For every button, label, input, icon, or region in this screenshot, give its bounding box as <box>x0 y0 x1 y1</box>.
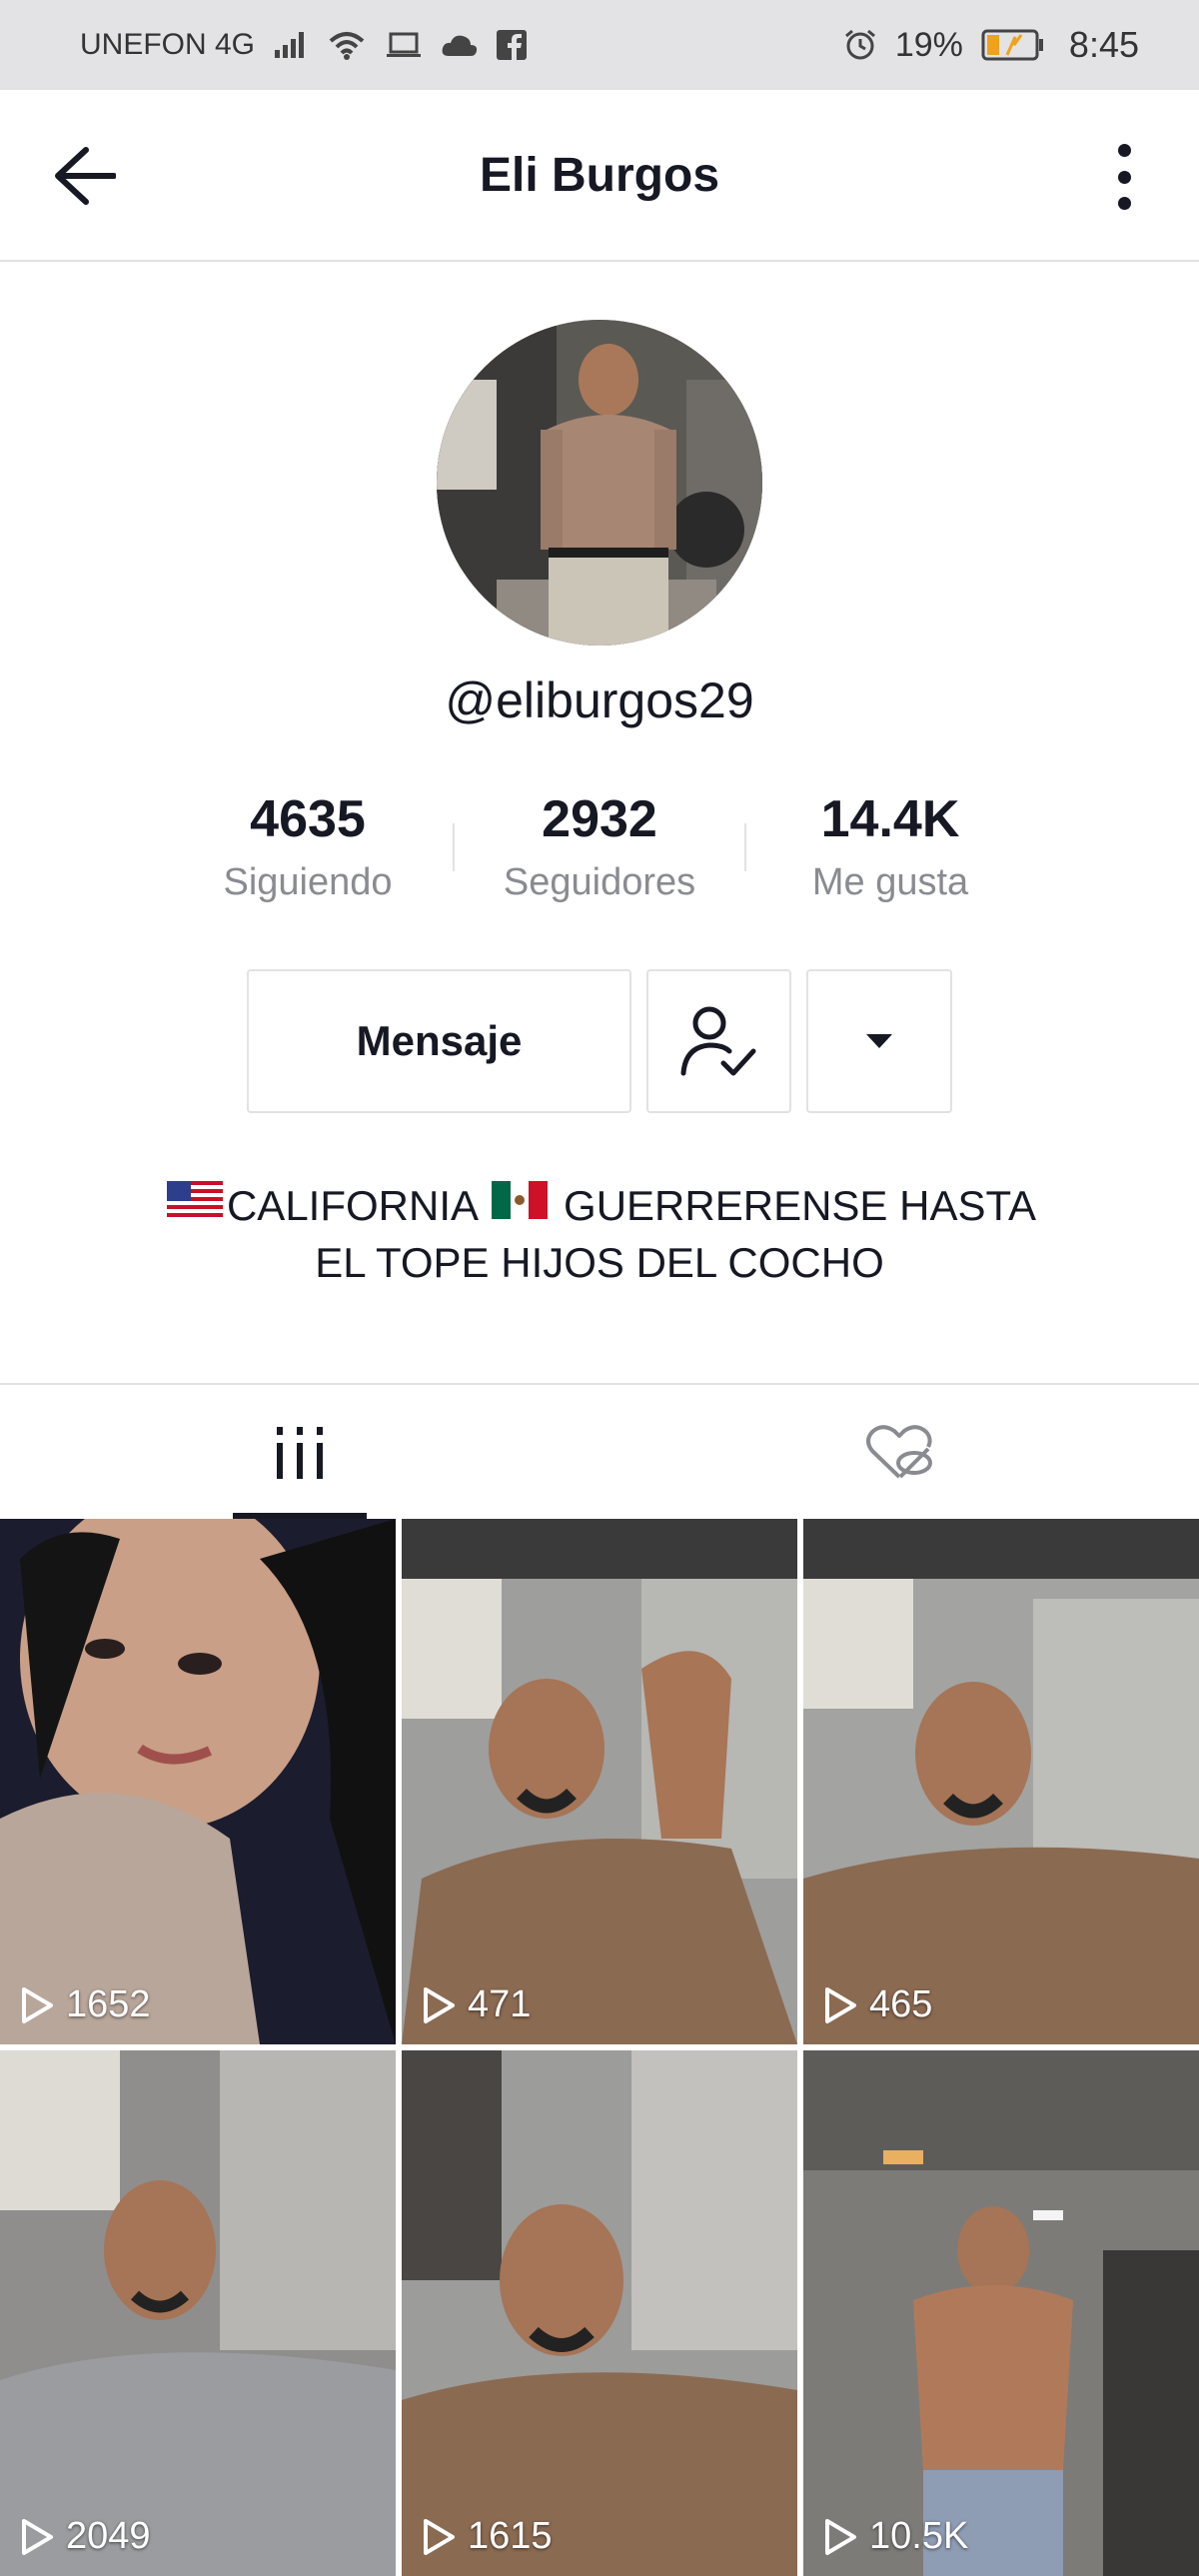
stat-label: Me gusta <box>811 861 969 903</box>
clock: 8:45 <box>1068 24 1139 65</box>
view-count-text: 471 <box>468 1983 532 2025</box>
video-grid: 1652 471 465 2049 1615 10.5K <box>0 1519 1199 2576</box>
laptop-icon <box>385 30 423 60</box>
username: @eliburgos29 <box>445 672 754 728</box>
stat-value: 14.4K <box>820 790 960 848</box>
signal-icon <box>273 30 309 60</box>
video-thumbnail[interactable]: 1652 <box>0 1519 396 2044</box>
view-count: 465 <box>823 1983 932 2026</box>
view-count-text: 10.5K <box>869 2515 969 2557</box>
view-count-text: 1615 <box>468 2515 553 2557</box>
play-icon <box>424 2518 455 2555</box>
video-thumbnail[interactable]: 471 <box>402 1519 797 2044</box>
stat-following[interactable]: 4635 Siguiendo <box>158 789 458 904</box>
play-icon <box>825 1986 856 2023</box>
video-thumbnail[interactable]: 465 <box>803 1519 1199 2044</box>
view-count-text: 465 <box>869 1983 933 2025</box>
message-button[interactable]: Mensaje <box>247 969 631 1113</box>
grid-icon <box>277 1427 323 1479</box>
more-vertical-icon <box>1117 144 1131 157</box>
view-count-text: 2049 <box>66 2515 151 2557</box>
view-count: 471 <box>422 1983 531 2026</box>
alarm-icon <box>843 28 877 62</box>
status-bar: UNEFON 4G 19% 8:45 <box>0 0 1199 90</box>
stat-likes: 14.4K Me gusta <box>740 789 1040 904</box>
video-thumbnail[interactable]: 10.5K <box>803 2050 1199 2576</box>
tab-liked-videos[interactable] <box>829 1385 969 1521</box>
top-nav-bar: Eli Burgos <box>0 90 1199 262</box>
stat-label: Siguiendo <box>223 861 393 903</box>
following-button[interactable] <box>646 969 791 1113</box>
page-title: Eli Burgos <box>479 149 720 202</box>
carrier-label: UNEFON 4G <box>80 28 256 61</box>
bio-text-line2: EL TOPE HIJOS DEL COCHO <box>315 1238 884 1286</box>
battery-icon <box>981 28 1045 62</box>
caret-down-icon <box>866 1034 892 1048</box>
play-icon <box>825 2518 856 2555</box>
play-icon <box>22 2518 53 2555</box>
mexico-flag-icon <box>492 1178 549 1232</box>
cloud-icon <box>441 32 479 58</box>
view-count: 1615 <box>422 2515 553 2558</box>
view-count: 2049 <box>20 2515 151 2558</box>
heart-hidden-icon <box>866 1425 932 1479</box>
suggestions-dropdown-button[interactable] <box>806 969 952 1113</box>
us-flag-icon <box>166 1178 223 1232</box>
profile-tabs <box>0 1383 1199 1521</box>
avatar[interactable] <box>437 320 762 645</box>
user-check-icon <box>680 1006 755 1076</box>
view-count: 10.5K <box>823 2515 968 2558</box>
facebook-icon <box>497 30 528 60</box>
stat-value: 2932 <box>542 790 657 848</box>
view-count: 1652 <box>20 1983 151 2026</box>
video-thumbnail[interactable]: 2049 <box>0 2050 396 2576</box>
video-thumbnail[interactable]: 1615 <box>402 2050 797 2576</box>
battery-percent: 19% <box>894 25 963 64</box>
play-icon <box>22 1986 53 2023</box>
profile-stats: 4635 Siguiendo 2932 Seguidores 14.4K Me … <box>0 789 1199 919</box>
stat-value: 4635 <box>250 790 366 848</box>
profile-bio: CALIFORNIA GUERRERENSE HASTA EL TOPE HIJ… <box>100 1179 1099 1290</box>
tab-videos[interactable] <box>233 1385 367 1521</box>
bio-text-guerrerense: GUERRERENSE HASTA <box>564 1182 1037 1229</box>
stat-followers[interactable]: 2932 Seguidores <box>450 789 749 904</box>
play-icon <box>424 1986 455 2023</box>
view-count-text: 1652 <box>66 1983 151 2025</box>
bio-text-california: CALIFORNIA <box>226 1182 477 1229</box>
more-options-button[interactable] <box>1109 144 1139 210</box>
stat-label: Seguidores <box>503 861 696 903</box>
wifi-icon <box>327 29 367 61</box>
